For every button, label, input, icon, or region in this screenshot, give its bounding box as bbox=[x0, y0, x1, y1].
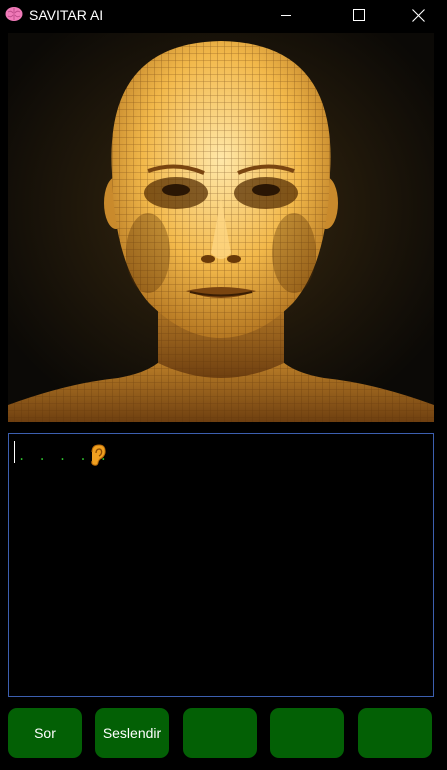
text-caret bbox=[14, 441, 15, 463]
app-window: SAVITAR AI . . . . . Sor Seslendir bbox=[0, 0, 447, 770]
ask-button[interactable]: Sor bbox=[8, 708, 82, 758]
maximize-button[interactable] bbox=[336, 0, 382, 30]
ear-icon bbox=[89, 444, 107, 466]
action-button-5[interactable] bbox=[358, 708, 432, 758]
wireframe-face-image bbox=[8, 33, 434, 422]
minimize-button[interactable] bbox=[263, 0, 309, 30]
output-textbox[interactable]: . . . . . bbox=[8, 433, 434, 697]
window-title: SAVITAR AI bbox=[29, 7, 104, 23]
action-button-4[interactable] bbox=[270, 708, 344, 758]
brain-icon bbox=[5, 6, 23, 22]
maximize-icon bbox=[353, 9, 365, 21]
close-icon bbox=[411, 8, 425, 22]
action-button-3[interactable] bbox=[183, 708, 257, 758]
action-buttons: Sor Seslendir bbox=[0, 708, 447, 758]
ai-face-image bbox=[8, 33, 434, 422]
minimize-icon bbox=[280, 9, 292, 21]
speak-button[interactable]: Seslendir bbox=[95, 708, 169, 758]
close-button[interactable] bbox=[395, 0, 441, 30]
title-bar[interactable]: SAVITAR AI bbox=[0, 0, 447, 30]
